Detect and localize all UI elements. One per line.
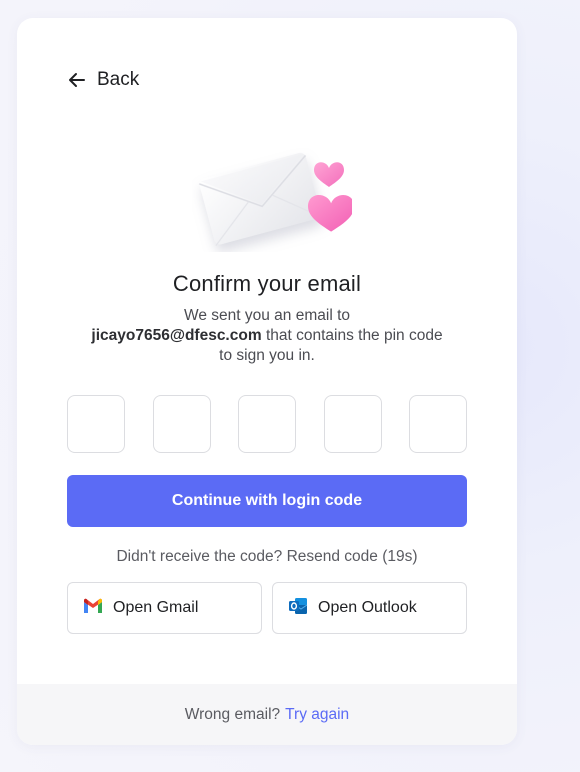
pin-digit-3[interactable] [238, 395, 296, 453]
gmail-icon [83, 598, 103, 619]
pin-digit-4[interactable] [323, 395, 382, 453]
open-gmail-button[interactable]: Open Gmail [67, 582, 262, 634]
envelope-hearts-illustration [192, 134, 355, 252]
open-gmail-label: Open Gmail [113, 599, 199, 616]
open-outlook-label: Open Outlook [318, 599, 417, 616]
footer-bar: Wrong email? Try again [17, 684, 517, 745]
resend-code-text[interactable]: Didn't receive the code? Resend code (19… [17, 548, 517, 566]
pin-digit-5[interactable] [409, 395, 467, 453]
pin-digit-2[interactable] [152, 395, 211, 453]
page-title: Confirm your email [172, 271, 362, 296]
open-mail-buttons: Open Gmail Open Outlook [67, 582, 467, 634]
pin-digit-1[interactable] [67, 395, 125, 453]
back-button[interactable]: Back [67, 69, 139, 91]
email-address: jicayo7656@dfesc.com [91, 327, 262, 344]
confirm-email-card: Back Confirm your email We sent you an e… [17, 18, 517, 745]
back-label: Back [97, 69, 140, 90]
instruction-prefix: We sent you an email to [184, 307, 350, 324]
instruction-text: We sent you an email to jicayo7656@dfesc… [87, 306, 447, 366]
outlook-icon [288, 597, 308, 620]
continue-button[interactable]: Continue with login code [67, 475, 467, 527]
try-again-link[interactable]: Try again [285, 706, 349, 724]
pin-code-inputs [67, 395, 467, 453]
open-outlook-button[interactable]: Open Outlook [272, 582, 467, 634]
wrong-email-text: Wrong email? [184, 705, 281, 723]
arrow-left-icon [67, 70, 87, 90]
